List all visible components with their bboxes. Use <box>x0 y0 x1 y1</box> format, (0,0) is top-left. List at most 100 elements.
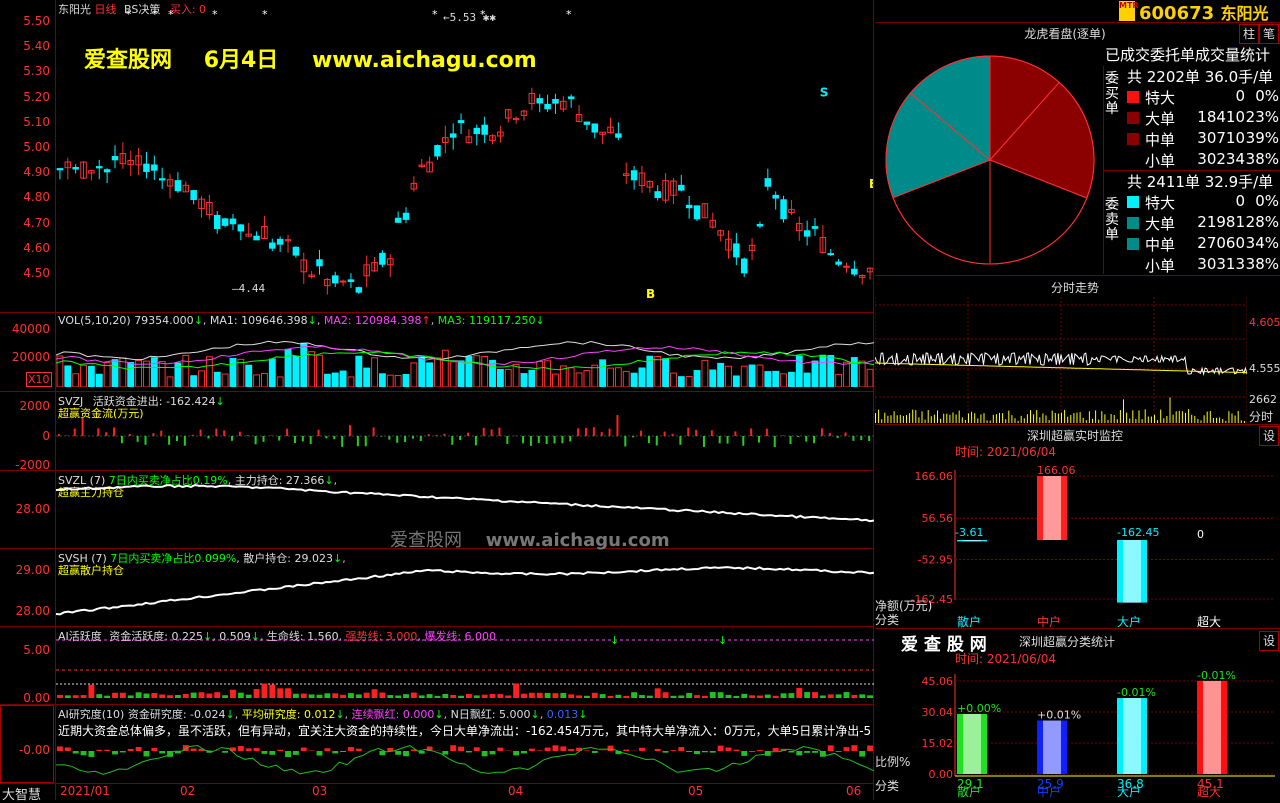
monitor-settings-button[interactable]: 设 <box>1259 426 1279 446</box>
sell-row-pct: 34% <box>1241 234 1279 252</box>
volume-bar <box>773 371 779 387</box>
activity-bar <box>568 694 574 698</box>
main-chart-area[interactable]: 5.505.405.305.205.105.004.904.804.704.60… <box>0 0 874 800</box>
class-settings-button[interactable]: 设 <box>1259 631 1279 651</box>
activity-bar <box>104 696 110 698</box>
volume-bar <box>655 357 661 387</box>
sell-row-label: 小单 <box>1145 255 1175 276</box>
candle-body <box>852 269 858 274</box>
sell-row-label: 大单 <box>1145 213 1175 234</box>
holding-line <box>56 567 874 614</box>
flow-bar <box>868 436 870 441</box>
flow-bar <box>192 435 194 436</box>
research-bar <box>340 751 346 752</box>
research-line <box>56 746 874 775</box>
intraday-volume-bar <box>1235 416 1236 423</box>
sell-row-label: 中单 <box>1145 234 1175 255</box>
activity-bar <box>419 695 425 698</box>
flow-bar <box>294 436 296 443</box>
activity-bar <box>694 695 700 698</box>
intraday-volume-bar <box>909 413 910 423</box>
research-bar <box>88 751 94 757</box>
intraday-volume-bar <box>1157 420 1158 423</box>
volume-bar <box>379 374 385 387</box>
intraday-volume-bar <box>1077 413 1078 423</box>
intraday-axis-tick: 4.555 <box>1249 362 1280 375</box>
research-bar <box>623 750 629 751</box>
research-bar <box>81 751 87 755</box>
activity-bar <box>269 685 275 698</box>
flow-bar <box>538 436 540 443</box>
research-bar <box>387 748 393 751</box>
volume-bar <box>867 369 873 387</box>
tab-bar-chart[interactable]: 柱 <box>1239 24 1259 44</box>
flow-bar <box>475 436 477 445</box>
flow-bar <box>420 436 422 441</box>
class-category-label: 中户 <box>1037 784 1061 799</box>
intraday-volume-bar <box>1232 413 1233 423</box>
research-bar <box>277 750 283 751</box>
tab-pen[interactable]: 笔 <box>1259 24 1279 44</box>
research-bar <box>568 749 574 751</box>
research-bar <box>497 748 503 751</box>
flow-bar <box>813 436 815 443</box>
intraday-volume-bar <box>1225 421 1226 423</box>
flow-bar <box>727 436 729 444</box>
activity-bar <box>678 695 684 698</box>
volume-bar <box>553 374 559 387</box>
ai2-extra: 0.013 <box>547 708 579 721</box>
class-xlabel: 分类 <box>875 779 899 793</box>
star-marker: * <box>262 10 268 21</box>
research-bar <box>222 751 228 753</box>
activity-bar <box>309 694 315 698</box>
intraday-avg-line <box>875 363 1247 373</box>
intraday-volume-bar <box>1030 410 1031 423</box>
class-category-label: 大户 <box>1117 784 1141 799</box>
flow-bar <box>247 435 249 436</box>
mtr-icon[interactable]: MTR <box>1119 1 1135 21</box>
low-price-label: —4.44 <box>232 282 265 295</box>
activity-bar <box>545 693 551 698</box>
price-axis-tick: 5.40 <box>6 39 50 53</box>
volume-bar <box>324 374 330 387</box>
intraday-chart[interactable] <box>875 297 1247 423</box>
ai2-value: 资金研究度: -0.024 <box>128 708 226 721</box>
divider <box>0 626 874 627</box>
activity-bar <box>513 683 519 698</box>
volume-bar <box>301 343 307 387</box>
flow-bar <box>782 435 784 436</box>
bs-marker-label: B <box>646 287 655 301</box>
volume-bar <box>427 363 433 387</box>
divider <box>0 704 874 705</box>
activity-bar <box>608 696 614 698</box>
activity-bar <box>655 688 661 698</box>
activity-bar <box>576 695 582 698</box>
candle-body <box>97 167 103 168</box>
intraday-volume-bar <box>953 412 954 423</box>
intraday-volume-bar <box>1170 397 1171 423</box>
monitor-xlabel: 分类 <box>875 613 899 627</box>
research-bar <box>836 751 842 752</box>
research-bar <box>671 750 677 751</box>
intraday-volume-bar <box>946 414 947 423</box>
date-tick: 05 <box>688 784 703 798</box>
high-price-label: ←5.53 ✱✱ <box>443 11 496 24</box>
volume-bar <box>584 371 590 387</box>
activity-bar <box>167 695 173 698</box>
intraday-volume-bar <box>1111 414 1112 423</box>
research-bar <box>686 751 692 752</box>
intraday-volume-bar <box>1104 414 1105 423</box>
flow-bar <box>719 436 721 443</box>
flow-bar <box>223 430 225 436</box>
candlestick-chart[interactable]: BBBBSSSS******** <box>56 10 874 310</box>
mini-panel <box>0 705 54 783</box>
research-bar <box>379 751 385 755</box>
intraday-volume-bar <box>1027 414 1028 423</box>
flow-bar <box>845 432 847 436</box>
intraday-volume-bar <box>990 420 991 423</box>
intraday-volume-bar <box>1114 415 1115 423</box>
flow-bar <box>113 427 115 436</box>
research-bar <box>851 745 857 751</box>
activity-bar <box>497 694 503 698</box>
intraday-volume-bar <box>1151 416 1152 423</box>
